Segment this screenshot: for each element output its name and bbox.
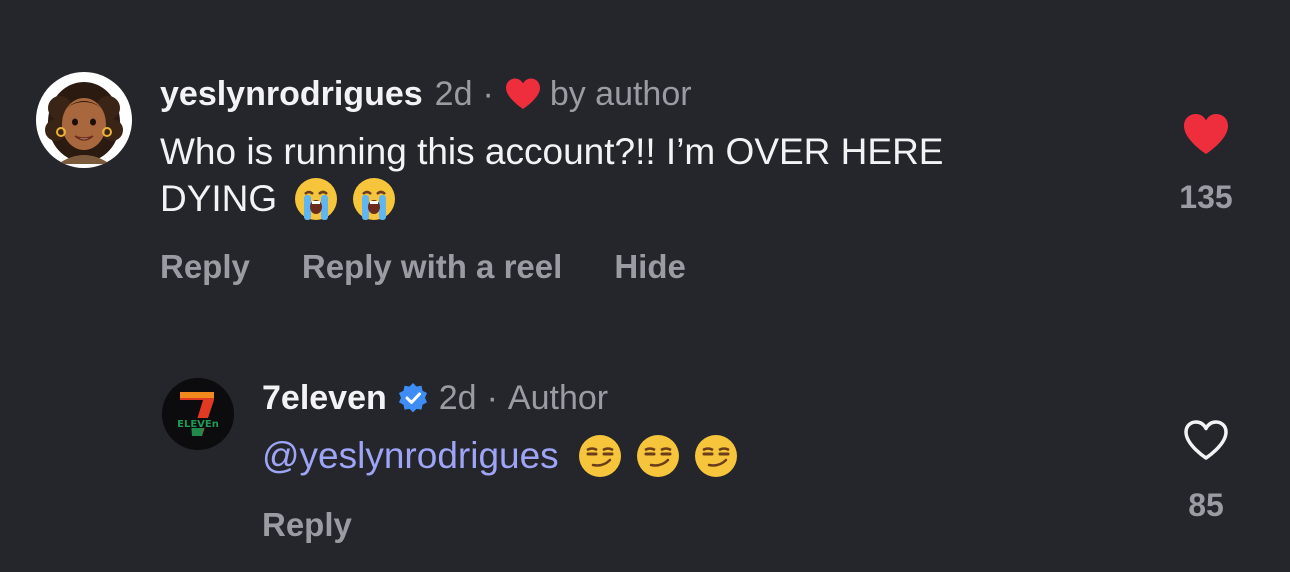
- loudly-crying-face-icon: [295, 177, 338, 220]
- heart-outline-icon[interactable]: [1182, 418, 1230, 462]
- comment-actions: Reply Reply with a reel Hide: [160, 248, 686, 286]
- smirking-face-icon: [578, 434, 621, 477]
- reply-button[interactable]: Reply: [262, 506, 352, 544]
- comment-text-line2-wrap: DYING: [160, 175, 1120, 222]
- timestamp: 2d: [434, 75, 473, 113]
- username[interactable]: 7eleven: [262, 378, 387, 418]
- like-column: 85: [1166, 418, 1246, 524]
- comment-7eleven: ELEVEn 7eleven 2d · Author @yeslynrodrig…: [0, 320, 1290, 572]
- reply-button[interactable]: Reply: [160, 248, 250, 286]
- smirking-face-icon: [694, 434, 737, 477]
- separator-dot: ·: [486, 379, 498, 417]
- liked-by-author-label: by author: [549, 75, 692, 113]
- separator-dot: ·: [482, 75, 494, 113]
- comment-yeslynrodrigues: yeslynrodrigues 2d · by author Who is ru…: [0, 0, 1290, 320]
- comment-actions: Reply: [262, 506, 352, 544]
- svg-text:ELEVEn: ELEVEn: [177, 419, 219, 430]
- comment-text: @yeslynrodrigues: [262, 432, 739, 479]
- heart-filled-icon: [505, 78, 540, 109]
- author-label: Author: [507, 379, 609, 417]
- heart-filled-icon[interactable]: [1182, 112, 1230, 156]
- mention-link[interactable]: @yeslynrodrigues: [262, 432, 559, 479]
- comment-text: Who is running this account?!! I’m OVER …: [160, 128, 1120, 222]
- hide-button[interactable]: Hide: [614, 248, 686, 286]
- loudly-crying-face-icon: [353, 177, 396, 220]
- smirking-face-icon: [636, 434, 679, 477]
- comment-header: 7eleven 2d · Author: [262, 378, 608, 418]
- timestamp: 2d: [438, 379, 477, 417]
- username[interactable]: yeslynrodrigues: [160, 74, 423, 114]
- like-count: 85: [1188, 487, 1224, 523]
- comment-header: yeslynrodrigues 2d · by author: [160, 74, 692, 114]
- avatar-7eleven[interactable]: ELEVEn: [162, 378, 234, 450]
- comment-text-line2: DYING: [160, 178, 278, 219]
- avatar-yeslynrodrigues[interactable]: [36, 72, 132, 168]
- reply-with-reel-button[interactable]: Reply with a reel: [302, 248, 562, 286]
- verified-badge-icon: [398, 383, 427, 413]
- comment-text-line1: Who is running this account?!! I’m OVER …: [160, 131, 944, 172]
- avatar-memoji-icon: [38, 74, 130, 166]
- like-column: 135: [1166, 112, 1246, 216]
- like-count: 135: [1179, 179, 1233, 215]
- 7eleven-logo-icon: ELEVEn: [162, 378, 234, 450]
